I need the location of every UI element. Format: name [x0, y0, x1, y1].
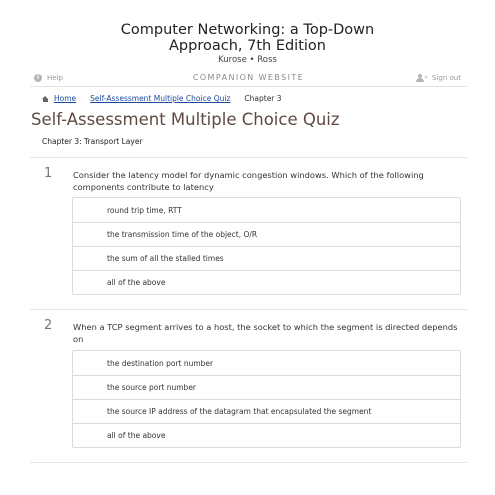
question-divider — [30, 462, 467, 463]
answer-option[interactable]: all of the above — [73, 423, 460, 447]
utility-bar: i Help COMPANION WEBSITE ✕ Sign out — [30, 70, 467, 87]
sign-out-link[interactable]: ✕ Sign out — [416, 74, 461, 82]
answer-option[interactable]: the source port number — [73, 375, 460, 399]
question-divider — [30, 309, 467, 310]
book-title-line2: Approach, 7th Edition — [169, 38, 326, 54]
answer-list: the destination port number the source p… — [72, 350, 461, 448]
breadcrumb-quiz-link[interactable]: Self-Assessment Multiple Choice Quiz — [90, 94, 230, 103]
answer-option[interactable]: all of the above — [73, 270, 460, 294]
user-icon: ✕ — [416, 74, 428, 82]
answer-option[interactable]: round trip time, RTT — [73, 198, 460, 222]
companion-website-label: COMPANION WEBSITE — [192, 73, 305, 82]
breadcrumb: Home Self-Assessment Multiple Choice Qui… — [42, 94, 282, 103]
breadcrumb-home[interactable]: Home — [42, 94, 76, 103]
breadcrumb-current: Chapter 3 — [244, 94, 282, 103]
question-number: 2 — [44, 318, 53, 333]
book-title: Computer Networking: a Top-Down Approach… — [0, 22, 495, 54]
chapter-subtitle: Chapter 3: Transport Layer — [42, 137, 143, 146]
book-authors: Kurose • Ross — [218, 55, 277, 65]
sign-out-label: Sign out — [432, 74, 461, 82]
answer-option[interactable]: the transmission time of the object, O/R — [73, 222, 460, 246]
answer-option[interactable]: the sum of all the stalled times — [73, 246, 460, 270]
answer-option[interactable]: the source IP address of the datagram th… — [73, 399, 460, 423]
question-text: Consider the latency model for dynamic c… — [73, 170, 424, 192]
question-number: 1 — [44, 166, 53, 181]
question-divider — [30, 157, 467, 158]
home-icon — [42, 95, 49, 102]
answer-option[interactable]: the destination port number — [73, 351, 460, 375]
answer-list: round trip time, RTT the transmission ti… — [72, 197, 461, 295]
book-title-line1: Computer Networking: a Top-Down — [120, 22, 375, 38]
breadcrumb-home-link[interactable]: Home — [54, 94, 76, 103]
question-text: When a TCP segment arrives to a host, th… — [73, 322, 458, 344]
page-title: Self-Assessment Multiple Choice Quiz — [31, 110, 340, 129]
